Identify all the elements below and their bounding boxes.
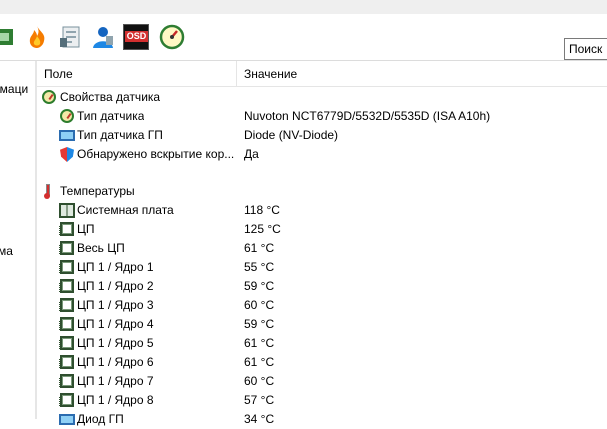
motherboard-icon <box>59 203 75 218</box>
field-value: 57 °C <box>244 393 275 407</box>
field-value: 118 °C <box>244 203 280 217</box>
column-header-value[interactable]: Значение <box>244 67 297 81</box>
field-label: ЦП <box>77 222 95 236</box>
left-tree-pane[interactable]: рмаци ма <box>0 61 35 419</box>
column-divider[interactable] <box>236 61 237 86</box>
field-label: Обнаружено вскрытие кор... <box>77 147 235 161</box>
list-item[interactable]: ЦП 1 / Ядро 4 59 °C <box>37 315 607 334</box>
field-label: ЦП 1 / Ядро 3 <box>77 298 154 312</box>
column-header-field[interactable]: Поле <box>44 67 73 81</box>
group-title: Свойства датчика <box>60 90 161 104</box>
gauge-icon <box>60 109 74 123</box>
cpu-chip-icon <box>59 317 74 331</box>
field-label: Тип датчика ГП <box>77 128 163 142</box>
benchmark-icon[interactable] <box>58 24 84 50</box>
list-item[interactable]: Обнаружено вскрытие кор... Да <box>37 145 607 164</box>
field-value: 59 °C <box>244 317 275 331</box>
cpu-chip-icon <box>59 298 74 312</box>
field-value: 61 °C <box>244 241 275 255</box>
group-header-sensor-properties[interactable]: Свойства датчика <box>37 88 607 107</box>
shield-icon <box>60 147 74 162</box>
field-label: ЦП 1 / Ядро 6 <box>77 355 154 369</box>
list-item[interactable]: ЦП 1 / Ядро 2 59 °C <box>37 277 607 296</box>
field-value: 125 °C <box>244 222 281 236</box>
list-item[interactable]: Системная плата 118 °C <box>37 201 607 220</box>
gauge-icon[interactable] <box>159 24 185 50</box>
list-item[interactable]: Тип датчика Nuvoton NCT6779D/5532D/5535D… <box>37 107 607 126</box>
window-top-strip <box>0 0 607 14</box>
sensor-list: Поле Значение Свойства датчика Тип датчи… <box>37 61 607 426</box>
group-header-temperatures[interactable]: Температуры <box>37 182 607 201</box>
field-value: Nuvoton NCT6779D/5532D/5535D (ISA A10h) <box>244 109 491 123</box>
osd-icon-label: OSD <box>125 31 148 42</box>
field-label: Тип датчика <box>77 109 145 123</box>
list-item[interactable]: ЦП 1 / Ядро 7 60 °C <box>37 372 607 391</box>
field-label: Весь ЦП <box>77 241 125 255</box>
cpu-chip-icon <box>59 241 74 255</box>
cpu-chip-icon <box>59 222 74 236</box>
list-item[interactable]: ЦП 1 / Ядро 1 55 °C <box>37 258 607 277</box>
field-label: ЦП 1 / Ядро 2 <box>77 279 154 293</box>
gauge-icon <box>42 90 56 104</box>
cpu-chip-icon <box>59 393 74 407</box>
monitor-icon <box>59 414 75 425</box>
search-input[interactable]: Поиск <box>564 38 607 60</box>
tree-item-fragment[interactable]: ма <box>0 244 13 258</box>
cpu-chip-icon <box>59 260 74 274</box>
cpu-chip-icon[interactable] <box>0 24 18 50</box>
flame-icon[interactable] <box>24 24 50 50</box>
list-item[interactable]: Весь ЦП 61 °C <box>37 239 607 258</box>
field-value: 61 °C <box>244 336 275 350</box>
cpu-chip-icon <box>59 336 74 350</box>
list-item[interactable]: ЦП 1 / Ядро 6 61 °C <box>37 353 607 372</box>
field-label: Диод ГП <box>77 412 124 426</box>
field-label: Системная плата <box>77 203 174 217</box>
group-title: Температуры <box>60 184 135 198</box>
field-value: 60 °C <box>244 374 275 388</box>
field-label: ЦП 1 / Ядро 8 <box>77 393 154 407</box>
list-item[interactable]: ЦП 1 / Ядро 3 60 °C <box>37 296 607 315</box>
user-icon[interactable] <box>90 24 116 50</box>
tree-item-fragment[interactable]: рмаци <box>0 82 28 96</box>
field-value: 61 °C <box>244 355 275 369</box>
list-item[interactable]: Тип датчика ГП Diode (NV-Diode) <box>37 126 607 145</box>
list-item[interactable]: ЦП 1 / Ядро 5 61 °C <box>37 334 607 353</box>
field-value: 59 °C <box>244 279 275 293</box>
field-value: Да <box>244 147 259 161</box>
field-label: ЦП 1 / Ядро 1 <box>77 260 154 274</box>
cpu-chip-icon <box>59 374 74 388</box>
list-item[interactable]: ЦП 125 °C <box>37 220 607 239</box>
cpu-chip-icon <box>59 279 74 293</box>
monitor-icon <box>59 130 75 141</box>
field-value: 60 °C <box>244 298 275 312</box>
field-label: ЦП 1 / Ядро 5 <box>77 336 154 350</box>
field-label: ЦП 1 / Ядро 7 <box>77 374 154 388</box>
toolbar: OSD Поиск <box>0 14 607 61</box>
osd-icon[interactable]: OSD <box>123 24 149 50</box>
cpu-chip-icon <box>59 355 74 369</box>
field-label: ЦП 1 / Ядро 4 <box>77 317 154 331</box>
field-value: Diode (NV-Diode) <box>244 128 339 142</box>
column-header: Поле Значение <box>37 61 607 87</box>
field-value: 55 °C <box>244 260 275 274</box>
list-item[interactable]: Диод ГП 34 °C <box>37 410 607 429</box>
list-item[interactable]: ЦП 1 / Ядро 8 57 °C <box>37 391 607 410</box>
thermometer-icon <box>44 184 50 199</box>
field-value: 34 °C <box>244 412 275 426</box>
